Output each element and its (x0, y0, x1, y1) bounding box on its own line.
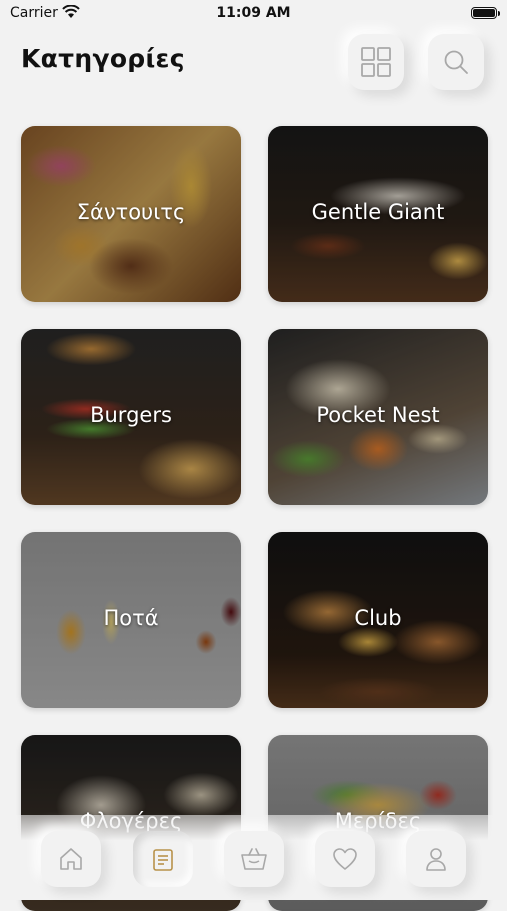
category-label: Club (354, 606, 402, 630)
tab-favorites[interactable] (315, 831, 375, 887)
category-label: Burgers (90, 403, 172, 427)
tab-profile[interactable] (406, 831, 466, 887)
heart-icon (333, 848, 357, 870)
category-label: Pocket Nest (316, 403, 440, 427)
tab-menu[interactable] (133, 831, 193, 887)
category-grid: Σάντουιτς Gentle Giant Burgers Pocket Ne… (0, 0, 507, 911)
basket-icon (241, 848, 267, 870)
category-card-club[interactable]: Club (268, 532, 488, 708)
home-icon (60, 848, 82, 870)
category-card-pocket-nest[interactable]: Pocket Nest (268, 329, 488, 505)
tab-bar (0, 815, 507, 900)
category-card-drinks[interactable]: Ποτά (21, 532, 241, 708)
category-card-sandwiches[interactable]: Σάντουιτς (21, 126, 241, 302)
category-label: Ποτά (103, 606, 159, 630)
tab-home[interactable] (41, 831, 101, 887)
category-label: Σάντουιτς (76, 200, 186, 224)
category-card-gentle-giant[interactable]: Gentle Giant (268, 126, 488, 302)
menu-icon (153, 849, 173, 871)
category-card-burgers[interactable]: Burgers (21, 329, 241, 505)
category-label: Gentle Giant (311, 200, 445, 224)
tab-basket[interactable] (224, 831, 284, 887)
user-icon (426, 848, 446, 871)
